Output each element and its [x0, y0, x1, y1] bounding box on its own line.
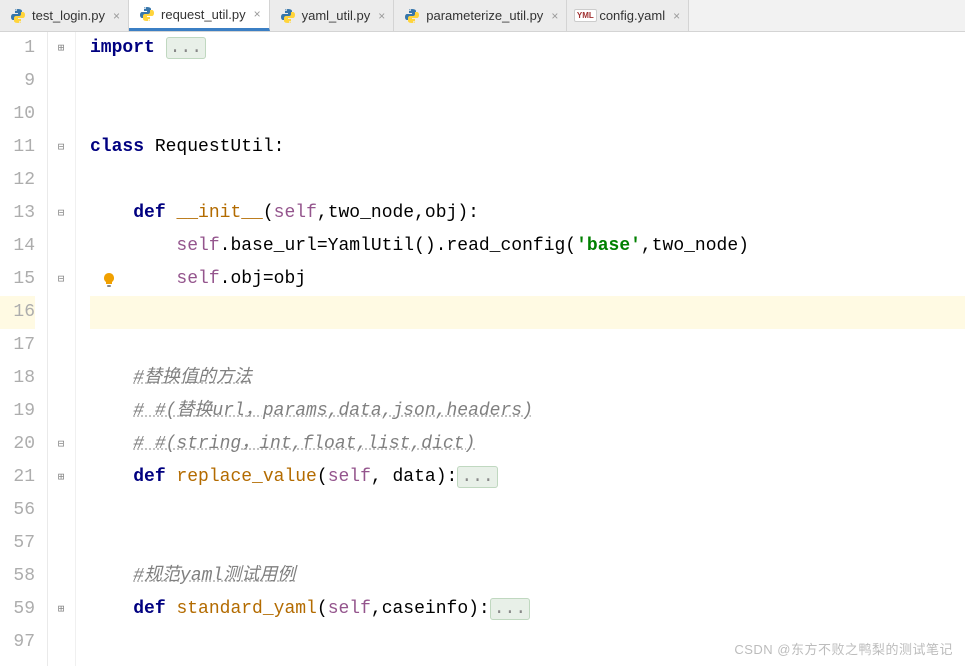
- tab-label: parameterize_util.py: [426, 8, 543, 23]
- line-number: 59: [0, 593, 35, 626]
- line-number: 1: [0, 32, 35, 65]
- code-line[interactable]: # #(替换url，params,data,json,headers): [90, 395, 965, 428]
- line-number: 15: [0, 263, 35, 296]
- line-number: 9: [0, 65, 35, 98]
- line-number: 11: [0, 131, 35, 164]
- tab-parameterize-util[interactable]: parameterize_util.py ×: [394, 0, 567, 31]
- code-line[interactable]: #替换值的方法: [90, 362, 965, 395]
- yaml-icon: YML: [577, 8, 593, 24]
- tab-label: request_util.py: [161, 7, 246, 22]
- line-number: 13: [0, 197, 35, 230]
- code-line[interactable]: [90, 296, 965, 329]
- tab-request-util[interactable]: request_util.py ×: [129, 0, 270, 31]
- code-line[interactable]: import ...: [90, 32, 965, 65]
- folded-region[interactable]: ...: [490, 598, 530, 620]
- code-line[interactable]: def replace_value(self, data):...: [90, 461, 965, 494]
- watermark-text: CSDN @东方不败之鸭梨的测试笔记: [734, 639, 953, 658]
- line-number: 10: [0, 98, 35, 131]
- close-icon[interactable]: ×: [254, 7, 261, 21]
- code-line[interactable]: [90, 329, 965, 362]
- line-number-gutter: 1 9 10 11 12 13 14 15 16 17 18 19 20 21 …: [0, 32, 48, 666]
- code-line[interactable]: [90, 65, 965, 98]
- tab-label: test_login.py: [32, 8, 105, 23]
- folded-region[interactable]: ...: [457, 466, 497, 488]
- code-line[interactable]: [90, 98, 965, 131]
- line-number: 16: [0, 296, 35, 329]
- code-line[interactable]: [90, 164, 965, 197]
- fold-expand-icon[interactable]: ⊞: [54, 602, 68, 616]
- code-line[interactable]: # #(string，int,float,list,dict): [90, 428, 965, 461]
- code-line[interactable]: [90, 494, 965, 527]
- close-icon[interactable]: ×: [551, 9, 558, 23]
- code-line[interactable]: self.obj=obj: [90, 263, 965, 296]
- tab-config-yaml[interactable]: YML config.yaml ×: [567, 0, 689, 31]
- line-number: 20: [0, 428, 35, 461]
- python-icon: [280, 8, 296, 24]
- fold-expand-icon[interactable]: ⊞: [54, 470, 68, 484]
- fold-collapse-icon[interactable]: ⊟: [54, 140, 68, 154]
- line-number: 57: [0, 527, 35, 560]
- tab-yaml-util[interactable]: yaml_util.py ×: [270, 0, 395, 31]
- code-line[interactable]: def standard_yaml(self,caseinfo):...: [90, 593, 965, 626]
- fold-end-icon[interactable]: ⊟: [54, 272, 68, 286]
- lightbulb-icon[interactable]: [100, 271, 118, 289]
- line-number: 58: [0, 560, 35, 593]
- editor-tabs: test_login.py × request_util.py × yaml_u…: [0, 0, 965, 32]
- code-line[interactable]: class RequestUtil:: [90, 131, 965, 164]
- close-icon[interactable]: ×: [378, 9, 385, 23]
- line-number: 19: [0, 395, 35, 428]
- folded-region[interactable]: ...: [166, 37, 206, 59]
- tab-label: yaml_util.py: [302, 8, 371, 23]
- line-number: 18: [0, 362, 35, 395]
- fold-end-icon[interactable]: ⊟: [54, 437, 68, 451]
- fold-expand-icon[interactable]: ⊞: [54, 41, 68, 55]
- line-number: 21: [0, 461, 35, 494]
- fold-collapse-icon[interactable]: ⊟: [54, 206, 68, 220]
- code-line[interactable]: def __init__(self,two_node,obj):: [90, 197, 965, 230]
- close-icon[interactable]: ×: [673, 9, 680, 23]
- python-icon: [139, 6, 155, 22]
- tab-test-login[interactable]: test_login.py ×: [0, 0, 129, 31]
- line-number: 17: [0, 329, 35, 362]
- python-icon: [404, 8, 420, 24]
- fold-gutter: ⊞ ⊟ ⊟ ⊟ ⊟ ⊞ ⊞: [48, 32, 76, 666]
- close-icon[interactable]: ×: [113, 9, 120, 23]
- line-number: 56: [0, 494, 35, 527]
- python-icon: [10, 8, 26, 24]
- line-number: 97: [0, 626, 35, 659]
- code-line[interactable]: #规范yaml测试用例: [90, 560, 965, 593]
- code-line[interactable]: self.base_url=YamlUtil().read_config('ba…: [90, 230, 965, 263]
- code-line[interactable]: [90, 527, 965, 560]
- line-number: 14: [0, 230, 35, 263]
- tab-label: config.yaml: [599, 8, 665, 23]
- code-editor[interactable]: 1 9 10 11 12 13 14 15 16 17 18 19 20 21 …: [0, 32, 965, 666]
- line-number: 12: [0, 164, 35, 197]
- code-area[interactable]: import ... class RequestUtil: def __init…: [76, 32, 965, 666]
